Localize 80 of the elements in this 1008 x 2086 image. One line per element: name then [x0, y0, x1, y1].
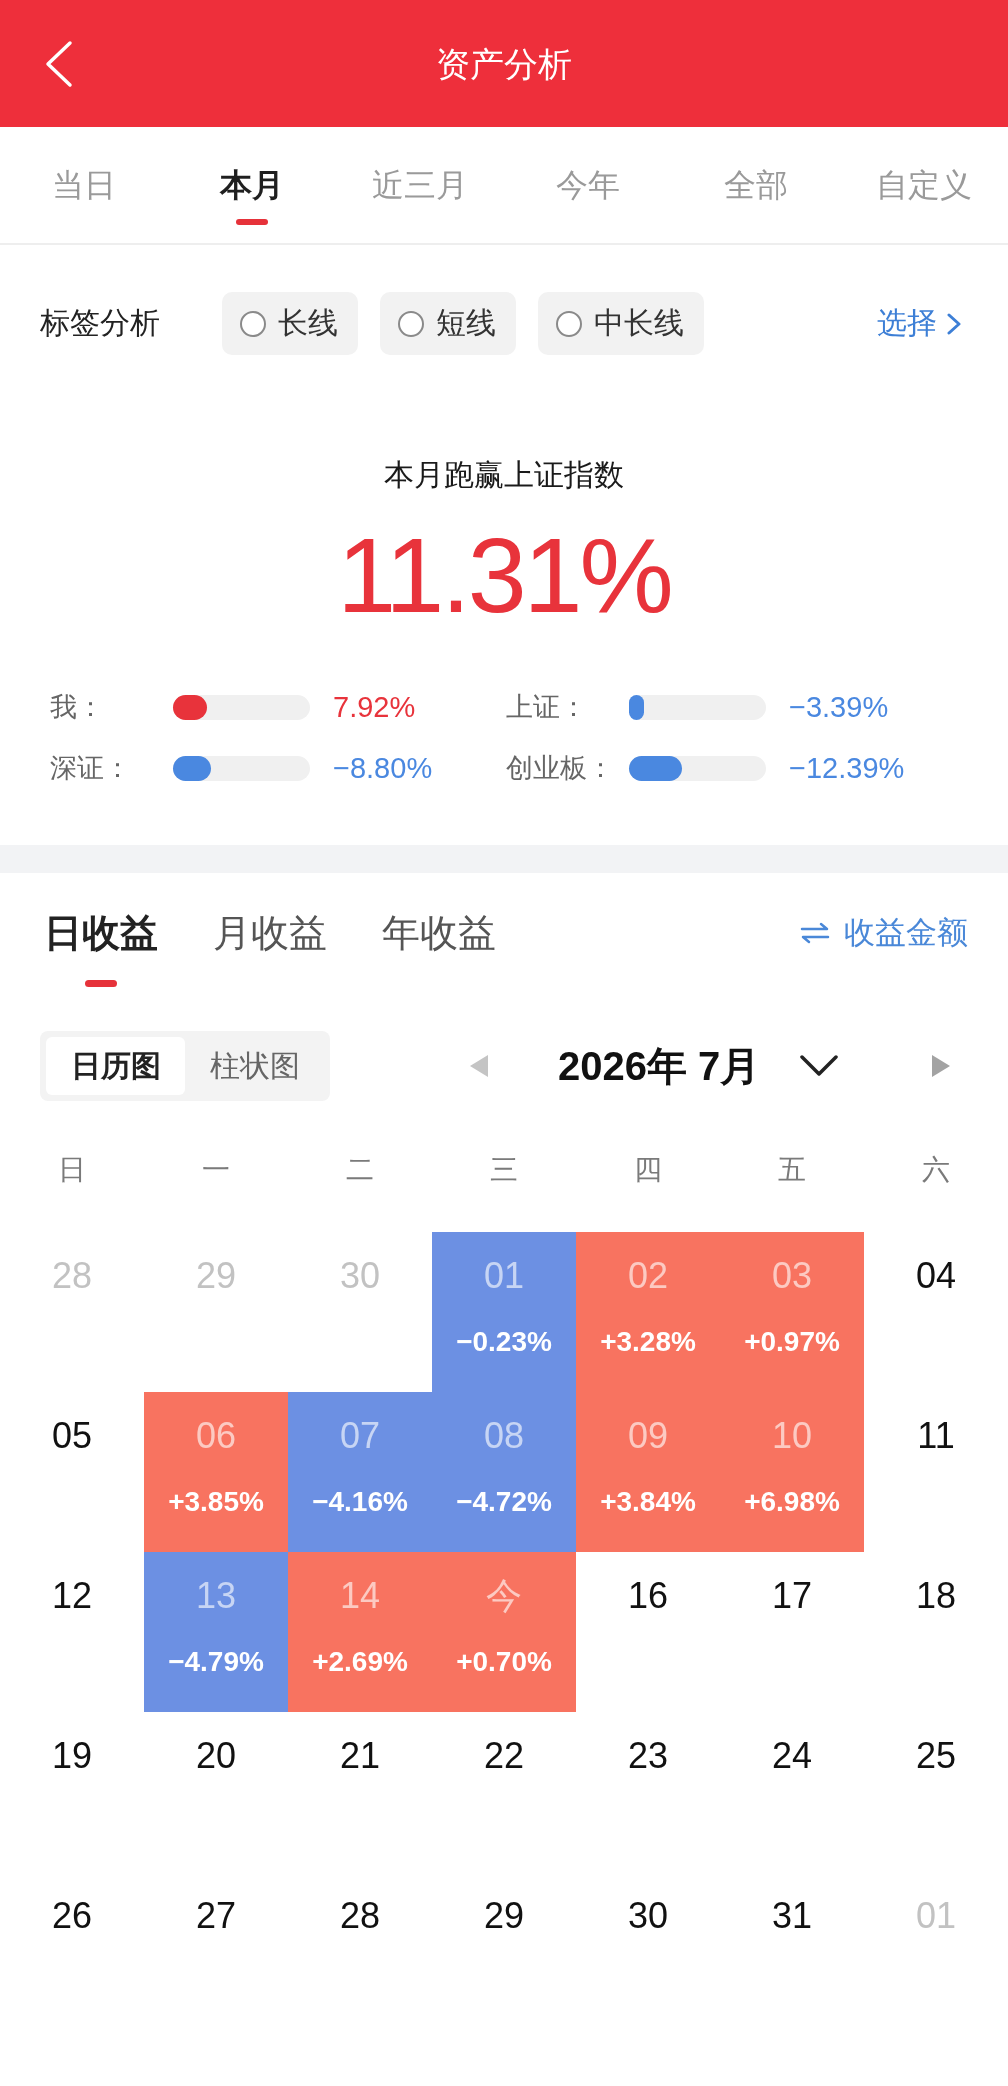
day-number[interactable]: 16 — [627, 1574, 668, 1618]
day-number[interactable]: 22 — [483, 1734, 524, 1778]
weekday-label: 三 — [490, 1152, 518, 1187]
benchmark-label: 创业板： — [506, 752, 614, 785]
view-option[interactable]: 日历图 — [46, 1037, 185, 1095]
tab-indicator — [85, 980, 117, 987]
weekday-label: 一 — [202, 1152, 230, 1187]
day-number[interactable]: 18 — [915, 1574, 956, 1618]
day-number: 今 — [486, 1574, 522, 1618]
day-number[interactable]: 24 — [771, 1734, 812, 1778]
day-number[interactable]: 28 — [339, 1894, 380, 1938]
weekday-label: 六 — [922, 1152, 950, 1187]
period-tab[interactable]: 本月 — [220, 165, 284, 205]
weekday-label: 五 — [778, 1152, 806, 1187]
day-change: −4.79% — [168, 1645, 264, 1679]
day-number[interactable]: 25 — [915, 1734, 956, 1778]
tag-chip[interactable]: 短线 — [380, 292, 516, 355]
benchmark-value: −8.80% — [333, 751, 433, 785]
day-change: −4.16% — [312, 1485, 408, 1519]
day-change: +2.69% — [312, 1645, 408, 1679]
chevron-down-icon[interactable] — [800, 1055, 839, 1077]
day-number[interactable]: 27 — [195, 1894, 236, 1938]
benchmark-label: 我： — [50, 691, 104, 724]
weekday-label: 二 — [346, 1152, 374, 1187]
tag-chip[interactable]: 中长线 — [538, 292, 704, 355]
day-number: 08 — [483, 1414, 524, 1458]
day-change: +6.98% — [744, 1485, 840, 1519]
day-number[interactable]: 19 — [51, 1734, 92, 1778]
page-title: 资产分析 — [436, 43, 572, 85]
day-number: 14 — [339, 1574, 380, 1618]
day-number: 07 — [339, 1414, 380, 1458]
benchmark-value: −3.39% — [789, 690, 889, 724]
day-number[interactable]: 05 — [51, 1414, 92, 1458]
day-change: −0.23% — [456, 1325, 552, 1359]
day-number: 09 — [627, 1414, 668, 1458]
day-change: +0.70% — [456, 1645, 552, 1679]
day-number[interactable]: 12 — [51, 1574, 92, 1618]
select-link[interactable]: 选择 — [877, 303, 961, 344]
benchmark-label: 深证： — [50, 752, 131, 785]
tab-indicator — [236, 219, 268, 225]
benchmark-value: −12.39% — [789, 751, 905, 785]
day-number[interactable]: 17 — [771, 1574, 812, 1618]
view-option[interactable]: 柱状图 — [185, 1037, 324, 1095]
benchmark-value: 7.92% — [333, 690, 416, 724]
day-change: +0.97% — [744, 1325, 840, 1359]
summary-title: 本月跑赢上证指数 — [384, 457, 624, 493]
day-number: 10 — [771, 1414, 812, 1458]
day-number[interactable]: 30 — [627, 1894, 668, 1938]
weekday-label: 日 — [58, 1152, 86, 1187]
day-number: 02 — [627, 1254, 668, 1298]
day-number[interactable]: 31 — [771, 1894, 812, 1938]
earnings-tab[interactable]: 日收益 — [44, 911, 158, 955]
swap-icon — [800, 922, 830, 944]
day-number[interactable]: 11 — [917, 1414, 955, 1458]
day-number[interactable]: 21 — [339, 1734, 380, 1778]
tag-chip[interactable]: 长线 — [222, 292, 358, 355]
back-icon[interactable] — [44, 39, 74, 88]
triangle-right-icon[interactable] — [932, 1055, 950, 1077]
day-number[interactable]: 20 — [195, 1734, 236, 1778]
day-change: +3.85% — [168, 1485, 264, 1519]
earnings-tab[interactable]: 月收益 — [213, 911, 327, 955]
day-number[interactable]: 04 — [915, 1254, 956, 1298]
day-number[interactable]: 23 — [627, 1734, 668, 1778]
day-change: −4.72% — [456, 1485, 552, 1519]
earnings-tab[interactable]: 年收益 — [382, 911, 496, 955]
day-change: +3.28% — [600, 1325, 696, 1359]
benchmark-label: 上证： — [506, 691, 587, 724]
chevron-right-icon — [947, 312, 961, 335]
tag-analysis-label: 标签分析 — [40, 305, 160, 341]
day-number: 13 — [195, 1574, 236, 1618]
day-number: 03 — [771, 1254, 812, 1298]
outperform-value: 11.31% — [337, 515, 671, 635]
day-number: 06 — [195, 1414, 236, 1458]
day-number: 01 — [483, 1254, 524, 1298]
day-number[interactable]: 29 — [483, 1894, 524, 1938]
day-change: +3.84% — [600, 1485, 696, 1519]
day-number[interactable]: 26 — [51, 1894, 92, 1938]
weekday-label: 四 — [634, 1152, 662, 1187]
amount-toggle[interactable]: 收益金额 — [800, 911, 968, 955]
month-title: 2026年 7月 — [558, 1042, 761, 1090]
